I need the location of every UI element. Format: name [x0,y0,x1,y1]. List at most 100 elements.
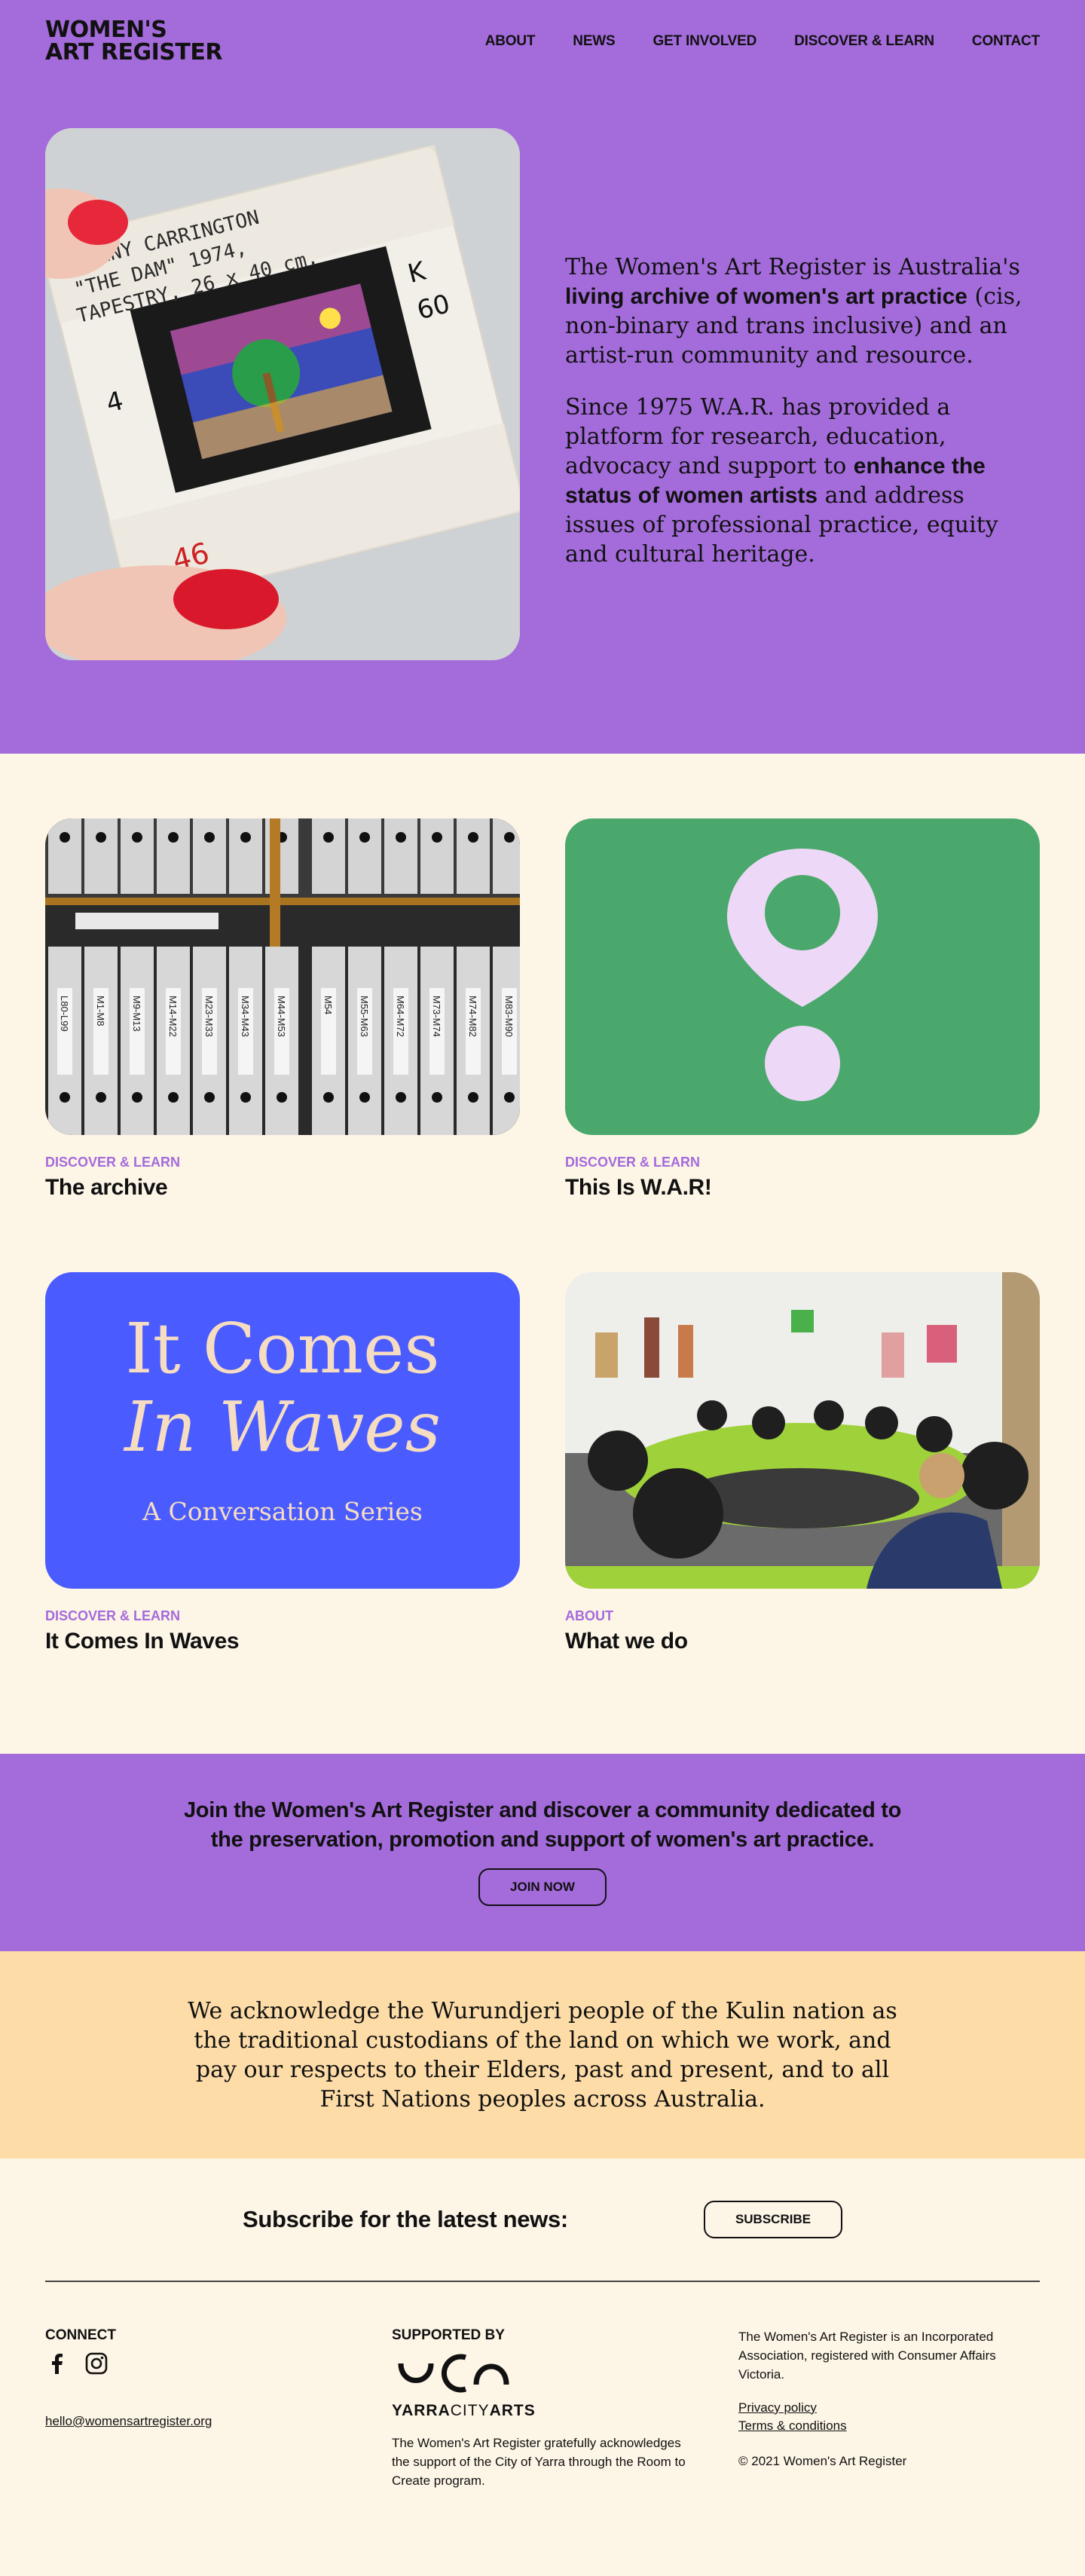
binder-label: M83-M90 [503,996,515,1037]
binder-label: M64-M72 [395,996,406,1037]
terms-link[interactable]: Terms & conditions [738,2417,1040,2435]
support-text: The Women's Art Register gratefully ackn… [392,2435,686,2488]
acknowledgement-section: We acknowledge the Wurundjeri people of … [0,1951,1085,2158]
binder-labelled: M55-M63 [348,947,381,1135]
hero-slide-photo: JENNY CARRINGTON "THE DAM" 1974, TAPESTR… [45,128,520,660]
waves-art-subtitle: A Conversation Series [142,1497,423,1526]
main-nav: ABOUT NEWS GET INVOLVED DISCOVER & LEARN… [485,33,1040,50]
binder-labelled: M34-M43 [229,947,262,1135]
join-now-button[interactable]: JOIN NOW [478,1868,607,1906]
facebook-icon[interactable] [45,2351,69,2379]
binder-labelled: M54 [312,947,345,1135]
binder-ring-hole [60,1092,70,1103]
binder-label: M1-M8 [95,996,106,1026]
card-title: It Comes In Waves [45,1629,240,1654]
binder-top [348,818,381,894]
binder-top [312,818,345,894]
binder-top [84,818,118,894]
contact-email-link[interactable]: hello@womensartregister.org [45,2414,212,2429]
binder-ring-hole [168,832,179,843]
binder-ring-hole [432,832,442,843]
footer-connect: CONNECT hello@womensartregister.org [45,2327,392,2543]
site-logo[interactable]: WOMEN'S ART REGISTER [45,19,222,64]
binder-ring-hole [323,1092,334,1103]
card-what-we-do[interactable]: ABOUT What we do [565,1272,1040,1654]
waves-poster: It Comes In Waves A Conversation Series [45,1272,520,1589]
card-category: ABOUT [565,1608,613,1623]
binder-label: M73-M74 [431,996,442,1037]
waves-art-title: It Comes In Waves [45,1272,520,1467]
binder-labelled: M64-M72 [384,947,417,1135]
binder-top [457,818,490,894]
binder-ring-hole [468,832,478,843]
binder-ring-hole [132,1092,142,1103]
city-word: CITY [450,2401,490,2419]
binder-ring-hole [132,832,142,843]
card-category: DISCOVER & LEARN [45,1608,181,1623]
binder-label: M14-M22 [167,996,179,1037]
binder-labelled: M14-M22 [157,947,190,1135]
binder-label: M54 [322,996,334,1014]
footer-legal: The Women's Art Register is an Incorpora… [738,2327,1040,2543]
binder-labelled: M1-M8 [84,947,118,1135]
binder-ring-hole [504,832,515,843]
location-pin-graphic [565,818,1040,1135]
nav-discover-learn[interactable]: DISCOVER & LEARN [794,33,934,50]
card-title: The archive [45,1175,168,1200]
acknowledgement-text: We acknowledge the Wurundjeri people of … [188,1997,897,2113]
binder-labelled: M23-M33 [193,947,226,1135]
binder-label: M34-M43 [240,996,251,1037]
nav-news[interactable]: NEWS [573,33,615,50]
hero-paragraph-1: The Women's Art Register is Australia's … [565,252,1040,370]
logo-line-2: ART REGISTER [45,39,222,66]
connect-heading: CONNECT [45,2327,116,2343]
gallery-photo [565,1272,1040,1589]
card-the-archive[interactable]: L80-L99 M1-M8 M9-M13 M14-M22 M23-M33 M34-M43 M… [45,818,520,1201]
subscribe-section: Subscribe for the latest news: SUBSCRIBE [0,2158,1085,2281]
subscribe-label: Subscribe for the latest news: [242,2206,568,2232]
binder-label: M23-M33 [203,996,215,1037]
binder-labelled: M73-M74 [420,947,454,1135]
archive-photo: L80-L99 M1-M8 M9-M13 M14-M22 M23-M33 M34-M43 M… [45,818,520,1135]
hero-section: WOMEN'S ART REGISTER ABOUT NEWS GET INVO… [0,0,1085,754]
binder-ring-hole [96,832,106,843]
card-it-comes-in-waves[interactable]: It Comes In Waves A Conversation Series … [45,1272,520,1654]
binder-top [48,818,81,894]
nav-about[interactable]: ABOUT [485,33,536,50]
location-pin-icon [727,849,878,1101]
binder-ring-hole [204,1092,215,1103]
instagram-icon[interactable] [84,2351,108,2379]
site-footer: CONNECT hello@womensartregister.org SUPP… [0,2282,1085,2576]
hero-paragraph-2: Since 1975 W.A.R. has provided a platfor… [565,393,1040,569]
join-text: Join the Women's Art Register and discov… [183,1798,902,1852]
binder-top [121,818,154,894]
privacy-policy-link[interactable]: Privacy policy [738,2399,1040,2417]
waves-art-line-2: In Waves [124,1387,441,1467]
yarra-city-arts-logo: YARRACITYARTS [392,2351,738,2420]
binder-labelled: M44-M53 [265,947,298,1135]
binder-top [193,818,226,894]
binder-ring-hole [96,1092,106,1103]
binder-ring-hole [359,1092,370,1103]
binder-labelled: M9-M13 [121,947,154,1135]
binder-ring-hole [359,832,370,843]
binder-ring-hole [323,832,334,843]
nav-get-involved[interactable]: GET INVOLVED [653,33,757,50]
yarra-wordmark: YARRACITYARTS [392,2402,738,2420]
binder-label: M74-M82 [467,996,478,1037]
archive-shelves: L80-L99 M1-M8 M9-M13 M14-M22 M23-M33 M34-M43 M… [45,818,520,1135]
subscribe-button[interactable]: SUBSCRIBE [703,2201,843,2238]
card-this-is-war[interactable]: DISCOVER & LEARN This Is W.A.R! [565,818,1040,1201]
nav-contact[interactable]: CONTACT [972,33,1040,50]
hero-p1-text: The Women's Art Register is Australia's [565,254,1020,280]
footer-supported-by: SUPPORTED BY YARRACITYARTS The Women's A… [392,2327,738,2543]
site-header: WOMEN'S ART REGISTER ABOUT NEWS GET INVO… [0,0,1085,83]
hero-intro: The Women's Art Register is Australia's … [565,128,1040,660]
binder-ring-hole [60,832,70,843]
binder-top [420,818,454,894]
binder-ring-hole [432,1092,442,1103]
binder-top [157,818,190,894]
copyright: © 2021 Women's Art Register [738,2453,907,2468]
logo-line-1: WOMEN'S [45,17,167,43]
binder-ring-hole [504,1092,515,1103]
